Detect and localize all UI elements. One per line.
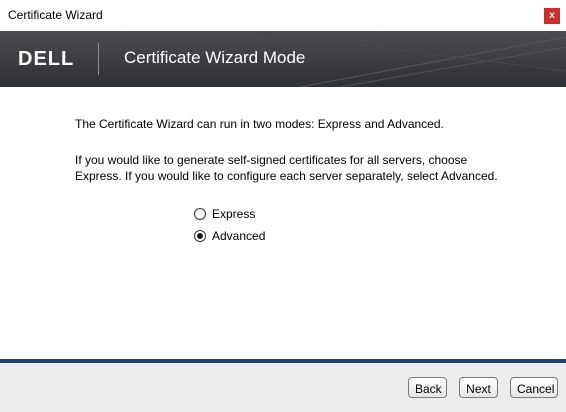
window-title: Certificate Wizard [8, 8, 103, 22]
mode-instructions: If you would like to generate self-signe… [75, 152, 535, 184]
advanced-option[interactable]: Advanced [194, 228, 265, 244]
header-banner: DELL Certificate Wizard Mode [0, 31, 566, 87]
dell-logo-text: DELL [18, 48, 74, 69]
certificate-wizard-window: Certificate Wizard x DELL Certificate Wi… [0, 0, 566, 412]
express-label[interactable]: Express [212, 207, 255, 221]
title-bar: Certificate Wizard x [0, 0, 566, 31]
banner-divider [98, 43, 99, 75]
page-title: Certificate Wizard Mode [124, 48, 306, 67]
mode-instructions-line1: If you would like to generate self-signe… [75, 153, 468, 167]
express-radio[interactable] [194, 208, 206, 220]
express-option[interactable]: Express [194, 206, 255, 222]
footer: Back Next Cancel [0, 363, 566, 412]
advanced-radio[interactable] [194, 230, 206, 242]
dell-logo: DELL [18, 48, 74, 69]
next-button[interactable]: Next [459, 377, 498, 398]
back-button[interactable]: Back [408, 377, 447, 398]
mode-description: The Certificate Wizard can run in two mo… [75, 117, 444, 131]
mode-instructions-line2: Express. If you would like to configure … [75, 169, 498, 183]
cancel-button[interactable]: Cancel [510, 377, 558, 398]
advanced-label[interactable]: Advanced [212, 229, 265, 243]
content-area: The Certificate Wizard can run in two mo… [0, 87, 566, 359]
close-button[interactable]: x [544, 8, 560, 24]
